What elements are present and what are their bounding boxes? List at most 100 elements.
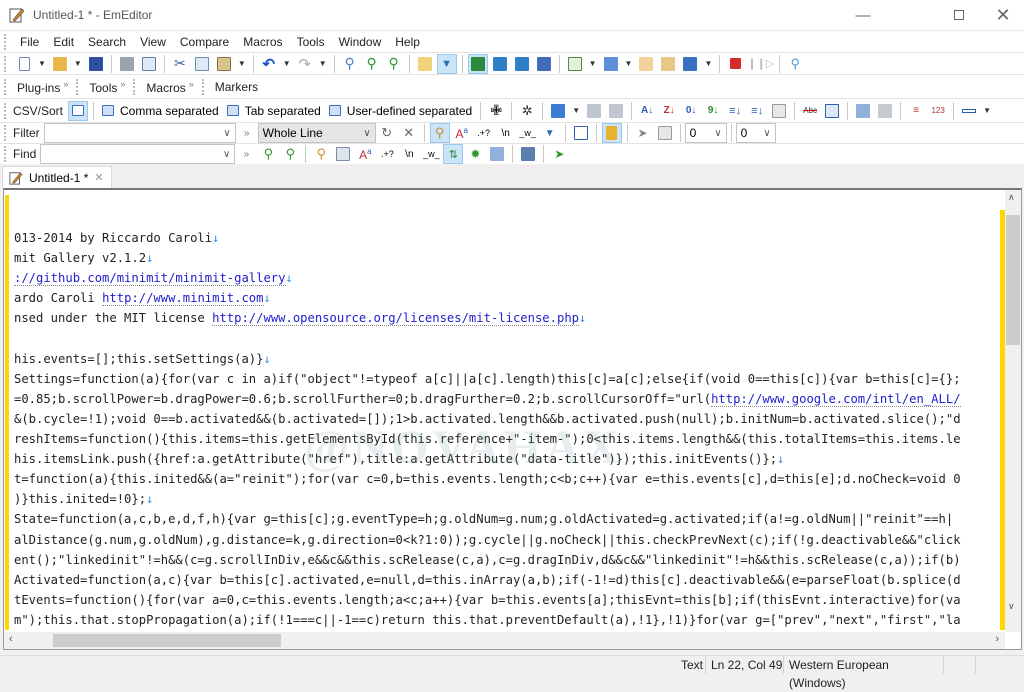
code-line[interactable]: Settings=function(a){for(var c in a)if("… [14, 369, 1004, 389]
toolbar-grip[interactable] [4, 55, 7, 72]
new-dropdown-icon[interactable]: ▼ [38, 59, 46, 68]
record-macro-button[interactable] [725, 54, 745, 74]
match-case-button[interactable]: Aa [452, 123, 472, 143]
menu-help[interactable]: Help [388, 31, 427, 53]
column-options-button[interactable] [875, 101, 895, 121]
clear-filter-button[interactable]: ✕ [399, 123, 419, 143]
chevron-down-icon[interactable]: ∨ [714, 128, 721, 139]
cut-button[interactable]: ✂ [170, 54, 190, 74]
wrap-page-button[interactable] [534, 54, 554, 74]
chevron-down-icon[interactable]: ∨ [223, 128, 230, 139]
code-line[interactable]: his.events=[];this.setSettings(a)}↓ [14, 349, 1004, 369]
wrap-chars-button[interactable] [512, 54, 532, 74]
config-dropdown-icon[interactable]: ▼ [625, 59, 633, 68]
menu-search[interactable]: Search [81, 31, 133, 53]
escape-sequence-button[interactable]: \n [496, 123, 516, 143]
code-line[interactable]: alDistance(g.num,g.oldNum),g.distance=k,… [14, 530, 1004, 550]
close-tab-icon[interactable]: ✕ [94, 171, 103, 184]
code-line[interactable]: ://github.com/minimit/minimit-gallery↓ [14, 268, 1004, 288]
scroll-down-icon[interactable]: ∨ [1008, 601, 1015, 612]
toolbar-grip[interactable] [76, 78, 79, 95]
copy-button[interactable] [192, 54, 212, 74]
toolbar-grip[interactable] [4, 125, 7, 141]
print-button[interactable] [117, 54, 137, 74]
find-input[interactable]: ∨ [40, 144, 236, 164]
find-escape-button[interactable]: \n [399, 144, 419, 164]
whole-word-button[interactable]: _w_ [518, 123, 538, 143]
sort-length-asc-button[interactable]: ≡↓ [725, 101, 745, 121]
toolbar-grip[interactable] [4, 33, 7, 50]
code-line[interactable]: =0.85;b.scrollPower=b.dragPower=0.6;b.sc… [14, 389, 1004, 409]
find-previous-button[interactable]: ⚲ [258, 144, 278, 164]
refresh-filter-button[interactable]: ↻ [377, 123, 397, 143]
line-numbers-button[interactable]: ≡ [906, 101, 926, 121]
markers-bar[interactable]: Markers [211, 80, 262, 94]
filter-toggle-button[interactable]: ▼ [436, 53, 457, 74]
menu-file[interactable]: File [13, 31, 46, 53]
hyperlink[interactable]: http://www.opensource.org/licenses/mit-l… [212, 311, 579, 327]
paste-button[interactable] [214, 54, 234, 74]
tab-separated-button[interactable]: Tab separated [224, 101, 324, 121]
filter-mode-select[interactable]: Whole Line ∨ [257, 123, 376, 143]
chevron-icon[interactable]: » [120, 79, 125, 89]
highlight-search-button[interactable] [415, 54, 435, 74]
paste-dropdown-icon[interactable]: ▼ [238, 59, 246, 68]
menu-macros[interactable]: Macros [236, 31, 289, 53]
advanced-filter-button[interactable] [571, 123, 591, 143]
case-options-button[interactable] [822, 101, 842, 121]
maximize-button[interactable] [936, 0, 982, 30]
spell-check-button[interactable] [680, 54, 700, 74]
code-text[interactable]: 013-2014 by Riccardo Caroli↓ mit Gallery … [14, 208, 1004, 628]
code-line[interactable]: tEvents=function(){for(var a=0,c=this.ev… [14, 590, 1004, 610]
toolbar-grip[interactable] [4, 78, 7, 95]
hyperlink[interactable]: http://www.minimit.com [102, 291, 264, 307]
filter-input[interactable]: ∨ [43, 123, 236, 143]
tools-bar[interactable]: Tools» [85, 79, 129, 95]
open-dropdown-icon[interactable]: ▼ [74, 59, 82, 68]
add-column-button[interactable]: ✙ [486, 101, 506, 121]
join-csv-button[interactable] [584, 101, 604, 121]
code-line[interactable]: 013-2014 by Riccardo Caroli↓ [14, 228, 1004, 248]
editor-pane[interactable]: 013-2014 by Riccardo Caroli↓ mit Gallery … [3, 188, 1022, 650]
vertical-scroll-thumb[interactable] [1006, 215, 1020, 345]
tab-untitled-1[interactable]: Untitled-1 * ✕ [2, 166, 112, 188]
find-prev-button[interactable]: ⚲ [384, 54, 404, 74]
find-next-button[interactable]: ⚲ [362, 54, 382, 74]
highlight-button[interactable]: ⚲ [311, 144, 331, 164]
column-mode-button[interactable] [853, 101, 873, 121]
find-whole-word-button[interactable]: _w_ [421, 144, 441, 164]
scroll-up-icon[interactable]: ∧ [1008, 192, 1015, 203]
print-preview-button[interactable] [139, 54, 159, 74]
code-line[interactable]: mit Gallery v2.1.2↓ [14, 248, 1004, 268]
plugin-button[interactable]: ⚲ [785, 54, 805, 74]
hyperlink[interactable]: ://github.com/minimit/minimit-gallery [14, 271, 286, 287]
toolbar-grip[interactable] [201, 78, 205, 95]
no-wrap-button[interactable] [467, 53, 488, 74]
code-line[interactable] [14, 208, 1004, 228]
undo-button[interactable]: ↶ [259, 54, 279, 74]
minimize-button[interactable]: — [840, 0, 886, 30]
menu-tools[interactable]: Tools [290, 31, 332, 53]
status-mode[interactable]: Text [676, 656, 708, 674]
toolbar-grip[interactable] [4, 146, 7, 162]
save-button[interactable] [86, 54, 106, 74]
display-options-button[interactable] [959, 101, 979, 121]
ruler-button[interactable]: 123 [928, 101, 948, 121]
sort-reverse-button[interactable] [769, 101, 789, 121]
comma-separated-button[interactable]: Comma separated [99, 101, 222, 121]
find-go-button[interactable]: ➤ [549, 144, 569, 164]
code-line[interactable]: State=function(a,c,b,e,d,f,h){var g=this… [14, 509, 1004, 529]
new-file-button[interactable] [14, 54, 34, 74]
macros-bar[interactable]: Macros» [142, 79, 197, 95]
code-line[interactable]: &(b.cycle=!1);void 0==b.activated&&(b.ac… [14, 409, 1004, 429]
columns-dropdown-icon[interactable]: ▼ [572, 106, 580, 115]
csv-normal-mode-button[interactable] [68, 100, 89, 121]
find-wrap-around-button[interactable]: ⇅ [443, 144, 464, 164]
sort-0-9-button[interactable]: 0↓ [681, 101, 701, 121]
split-csv-button[interactable] [606, 101, 626, 121]
redo-dropdown-icon[interactable]: ▼ [319, 59, 327, 68]
scroll-left-icon[interactable]: ‹ [9, 633, 13, 645]
lines-after-select[interactable]: 0 ∨ [735, 123, 776, 143]
vertical-scrollbar[interactable]: ∧ ∨ [1000, 190, 1021, 632]
find-match-case-button[interactable]: Aa [355, 144, 375, 164]
